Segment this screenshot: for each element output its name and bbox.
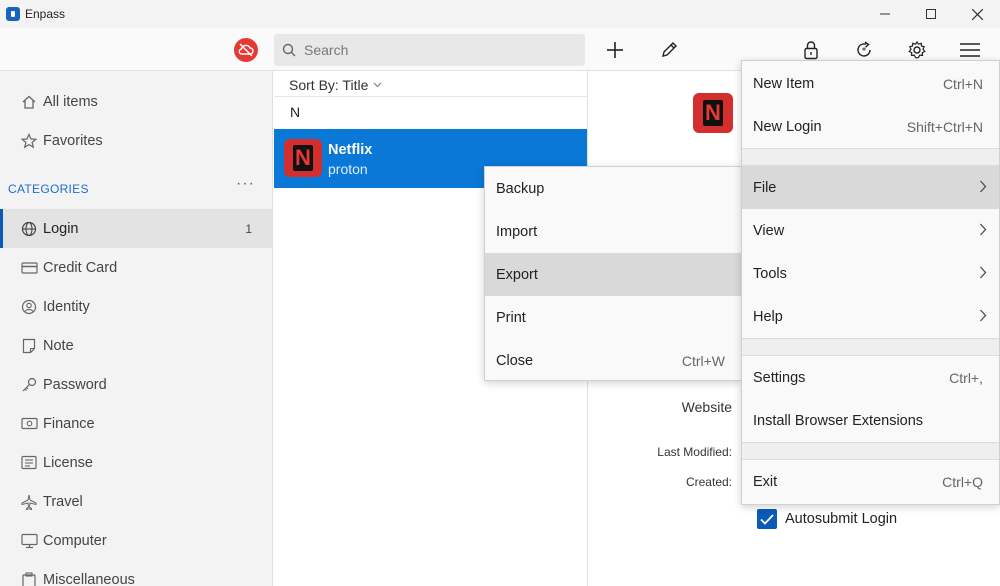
- enpass-logo-icon: [6, 7, 20, 21]
- last-modified-label: Last Modified:: [657, 445, 732, 459]
- search-input[interactable]: [304, 42, 564, 58]
- login-count: 1: [245, 221, 252, 236]
- menu-item-backup[interactable]: Backup: [485, 167, 741, 210]
- sort-dropdown[interactable]: Sort By: Title: [289, 77, 382, 93]
- menu-item-exit[interactable]: Exit Ctrl+Q: [742, 460, 999, 503]
- menu-item-view[interactable]: View: [742, 209, 999, 252]
- menu-item-help[interactable]: Help: [742, 295, 999, 338]
- menu-item-tools[interactable]: Tools: [742, 252, 999, 295]
- more-options-icon[interactable]: ···: [236, 175, 255, 193]
- sidebar-item-note[interactable]: Note: [0, 326, 272, 365]
- key-icon: [20, 376, 38, 394]
- item-subtitle: proton: [328, 161, 368, 177]
- minimize-button[interactable]: [862, 0, 908, 28]
- checkmark-icon: [757, 509, 777, 529]
- misc-icon: [20, 571, 38, 586]
- chevron-right-icon: [980, 223, 987, 236]
- search-icon: [282, 43, 296, 57]
- categories-header: CATEGORIES: [8, 182, 89, 196]
- item-title: Netflix: [328, 142, 373, 158]
- sidebar: All items Favorites CATEGORIES ··· Login…: [0, 71, 273, 586]
- sidebar-item-password[interactable]: Password: [0, 365, 272, 404]
- add-icon[interactable]: [601, 36, 629, 64]
- app-title: Enpass: [25, 7, 66, 21]
- note-icon: [20, 337, 38, 355]
- menu-item-new-item[interactable]: New Item Ctrl+N: [742, 62, 999, 105]
- sidebar-item-miscellaneous[interactable]: Miscellaneous: [0, 560, 272, 586]
- sidebar-item-favorites[interactable]: Favorites: [0, 121, 272, 160]
- menu-item-print[interactable]: Print: [485, 296, 741, 339]
- maximize-button[interactable]: [908, 0, 954, 28]
- identity-icon: [20, 298, 38, 316]
- sidebar-item-login[interactable]: Login 1: [0, 209, 272, 248]
- computer-icon: [20, 532, 38, 550]
- credit-card-icon: [20, 259, 38, 277]
- edit-icon[interactable]: [655, 36, 683, 64]
- sidebar-item-identity[interactable]: Identity: [0, 287, 272, 326]
- group-letter-header: N: [290, 104, 301, 120]
- license-icon: [20, 454, 38, 472]
- svg-text:*: *: [862, 47, 867, 57]
- star-icon: [20, 132, 38, 150]
- sidebar-item-finance[interactable]: Finance: [0, 404, 272, 443]
- sidebar-item-credit-card[interactable]: Credit Card: [0, 248, 272, 287]
- title-bar: Enpass: [0, 0, 1000, 28]
- main-menu: New Item Ctrl+N New Login Shift+Ctrl+N F…: [741, 60, 1000, 505]
- home-icon: [20, 93, 38, 111]
- search-box[interactable]: [274, 34, 585, 66]
- menu-item-import[interactable]: Import: [485, 210, 741, 253]
- sidebar-item-all-items[interactable]: All items: [0, 82, 272, 121]
- chevron-right-icon: [980, 266, 987, 279]
- created-label: Created:: [685, 475, 732, 489]
- website-label: Website: [681, 399, 732, 415]
- sidebar-item-license[interactable]: License: [0, 443, 272, 482]
- menu-item-export[interactable]: Export: [485, 253, 741, 296]
- menu-item-install-browser-extensions[interactable]: Install Browser Extensions: [742, 399, 999, 442]
- autosubmit-checkbox[interactable]: Autosubmit Login: [757, 509, 897, 529]
- menu-item-file[interactable]: File: [742, 166, 999, 209]
- sidebar-item-computer[interactable]: Computer: [0, 521, 272, 560]
- sidebar-item-travel[interactable]: Travel: [0, 482, 272, 521]
- plane-icon: [20, 493, 38, 511]
- chevron-right-icon: [980, 180, 987, 193]
- divider: [274, 96, 587, 97]
- menu-item-close[interactable]: Close Ctrl+W: [485, 339, 741, 382]
- menu-separator: [742, 148, 999, 166]
- finance-icon: [20, 415, 38, 433]
- sync-off-icon[interactable]: [234, 38, 258, 62]
- chevron-right-icon: [980, 309, 987, 322]
- menu-separator: [742, 442, 999, 460]
- netflix-icon: N: [284, 139, 322, 177]
- chevron-down-icon: [373, 82, 382, 88]
- file-submenu: Backup Import Export Print Close Ctrl+W: [484, 166, 742, 381]
- netflix-icon: N: [693, 93, 733, 133]
- menu-separator: [742, 338, 999, 356]
- globe-icon: [20, 220, 38, 238]
- menu-item-settings[interactable]: Settings Ctrl+,: [742, 356, 999, 399]
- menu-item-new-login[interactable]: New Login Shift+Ctrl+N: [742, 105, 999, 148]
- close-window-button[interactable]: [954, 0, 1000, 28]
